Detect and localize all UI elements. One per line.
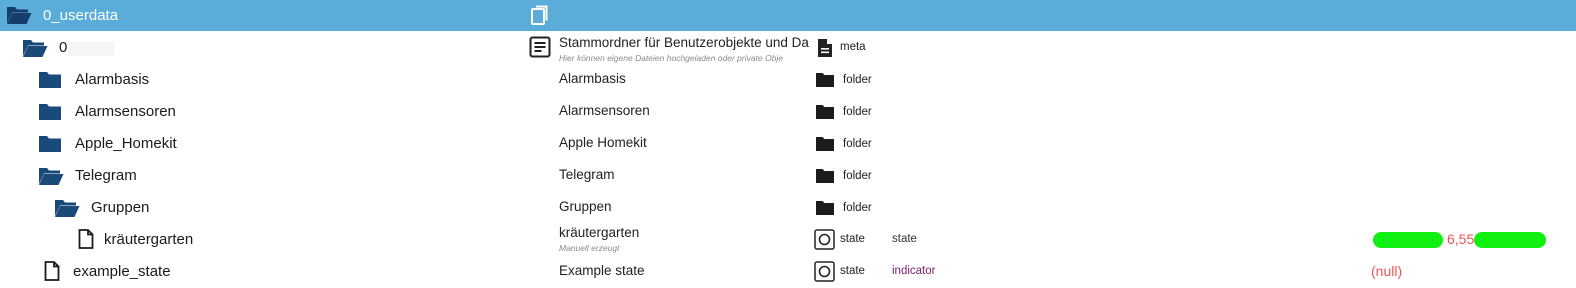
type-label: folder — [843, 106, 872, 118]
redaction-mark — [1474, 232, 1546, 248]
display-name: Telegram — [559, 167, 615, 182]
tree-row-alarmbasis[interactable]: Alarmbasis Alarmbasis folder — [0, 63, 1576, 95]
tooltip-ghost — [68, 42, 114, 56]
file-text-icon — [817, 38, 833, 58]
file-icon — [78, 229, 94, 249]
state-circle-icon — [814, 229, 835, 250]
display-name: Alarmsensoren — [559, 103, 650, 118]
display-name: Apple Homekit — [559, 135, 647, 150]
tree-row-apple-homekit[interactable]: Apple_Homekit Apple Homekit folder — [0, 127, 1576, 159]
folder-open-icon — [38, 166, 64, 186]
state-value[interactable]: (null) — [1371, 263, 1402, 279]
tree-node-name: kräutergarten — [104, 231, 194, 248]
display-name: Example state — [559, 263, 645, 278]
tree-row-alarmsensoren[interactable]: Alarmsensoren Alarmsensoren folder — [0, 95, 1576, 127]
type-label: folder — [843, 170, 872, 182]
folder-icon — [38, 103, 62, 121]
tree-node-name: Gruppen — [91, 199, 150, 216]
folder-open-icon — [54, 198, 80, 218]
tree-node-name: Alarmbasis — [75, 71, 150, 88]
state-circle-icon — [814, 261, 835, 282]
file-icon — [44, 261, 60, 281]
display-name: Stammordner für Benutzerobjekte und Da — [559, 35, 809, 50]
tree-row-0-userdata[interactable]: 0_userdata — [0, 0, 1576, 31]
state-value[interactable]: 6,55 — [1447, 231, 1474, 247]
folder-open-icon — [22, 38, 48, 58]
type-label: state — [840, 265, 865, 277]
folder-icon — [815, 72, 835, 88]
redaction-mark — [1373, 232, 1443, 248]
display-name: kräutergarten — [559, 225, 640, 240]
type-label: state — [840, 233, 865, 245]
tree-node-name: example_state — [73, 263, 171, 280]
description: Manuell erzeugt — [559, 243, 620, 253]
role-label: indicator — [892, 265, 936, 277]
tree-node-name: 0 — [59, 39, 68, 56]
tree-row-telegram[interactable]: Telegram Telegram folder — [0, 159, 1576, 191]
copy-icon[interactable] — [531, 5, 549, 26]
folder-icon — [815, 168, 835, 184]
folder-open-icon — [6, 5, 32, 25]
type-label: folder — [843, 74, 872, 86]
type-label: folder — [843, 138, 872, 150]
description: Hier können eigene Dateien hochgeladen o… — [559, 53, 783, 63]
tree-row-gruppen[interactable]: Gruppen Gruppen folder — [0, 191, 1576, 223]
tree-row-0[interactable]: 0 Stammordner für Benutzerobjekte und Da… — [0, 31, 1576, 63]
folder-icon — [38, 71, 62, 89]
display-name: Alarmbasis — [559, 71, 626, 86]
tree-node-name: 0_userdata — [43, 7, 119, 24]
tree-node-name: Alarmsensoren — [75, 103, 176, 120]
tree-node-name: Apple_Homekit — [75, 135, 177, 152]
type-label: folder — [843, 202, 872, 214]
tree-node-name: Telegram — [75, 167, 137, 184]
folder-icon — [815, 104, 835, 120]
document-lines-icon — [529, 36, 551, 58]
display-name: Gruppen — [559, 199, 612, 214]
role-label: state — [892, 233, 917, 245]
tree-row-kraeutergarten[interactable]: kräutergarten kräutergarten Manuell erze… — [0, 223, 1576, 255]
tree-row-example-state[interactable]: example_state Example state state indica… — [0, 255, 1576, 287]
folder-icon — [815, 200, 835, 216]
type-label: meta — [840, 41, 866, 53]
folder-icon — [38, 135, 62, 153]
folder-icon — [815, 136, 835, 152]
